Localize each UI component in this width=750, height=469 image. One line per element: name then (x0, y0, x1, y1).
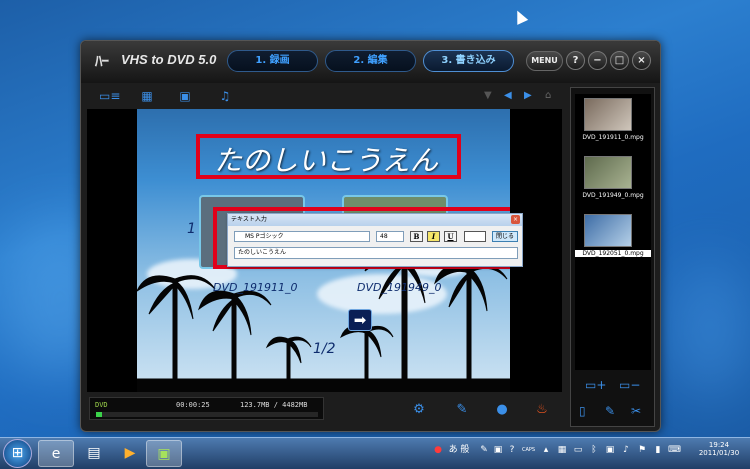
clip-index-number: 1 (187, 221, 196, 237)
monitor-icon[interactable]: ▣ (604, 444, 616, 456)
capacity-bar (96, 412, 318, 417)
minimize-button[interactable]: − (588, 51, 607, 70)
ime-tool-icon[interactable]: ✎ (478, 444, 490, 456)
clip-copy-icon[interactable]: ▯ (579, 404, 586, 418)
bluetooth-icon[interactable]: ᛒ (588, 444, 600, 456)
menu-button[interactable]: MENU (526, 51, 563, 71)
text-color-select[interactable] (464, 231, 486, 242)
remove-clip-icon[interactable]: ▭− (619, 378, 640, 392)
next-page-button[interactable]: ➡ (348, 309, 372, 331)
taskbar: ⊞ e ▤ ▶ ▣ ● あ 般 ✎ ▣ ? CAPS ▴ ▦ ▭ ᛒ ▣ ♪ ⚑… (0, 437, 750, 469)
duration-label: 00:00:25 (176, 401, 210, 409)
internet-explorer-icon[interactable]: e (38, 440, 74, 467)
app-title: VHS to DVD 5.0 (121, 52, 217, 67)
capacity-label: 123.7MB / 4482MB (240, 401, 308, 409)
bold-button[interactable]: B (410, 231, 423, 242)
menu-preview-area: たのしいこうえん 1 DVD_191911_0 DVD_191949_0 ➡ 1… (87, 109, 562, 392)
settings-gear-icon[interactable]: ⚙ (408, 399, 430, 421)
add-clip-icon[interactable]: ▭+ (585, 378, 606, 392)
keyboard-icon[interactable]: ⌨ (668, 444, 681, 456)
caps-kana-icon: CAPS (522, 447, 536, 453)
clip-list-thumbnail (584, 156, 632, 189)
text-input-dialog: テキスト入力 × MS Pゴシック 48 B I U 閉じる たのしいこうえん (227, 213, 523, 267)
clip-split-icon[interactable]: ✂ (631, 404, 641, 418)
clip-list: DVD_191911_0.mpg DVD_191949_0.mpg DVD_19… (575, 94, 651, 370)
page-indicator: 1/2 (313, 341, 336, 357)
dialog-close-icon[interactable]: × (511, 215, 520, 224)
network-icon[interactable]: ▦ (556, 444, 568, 456)
menu-text-input[interactable]: たのしいこうえん (234, 247, 518, 259)
flag-icon[interactable]: ⚑ (636, 444, 648, 456)
volume-icon[interactable]: ♪ (620, 444, 632, 456)
clock-date: 2011/01/30 (698, 449, 740, 457)
burn-flame-icon[interactable]: ♨ (531, 399, 553, 421)
file-explorer-icon[interactable]: ▤ (76, 440, 112, 467)
ime-mode-label[interactable]: あ 般 (444, 444, 474, 456)
start-button[interactable]: ⊞ (3, 439, 32, 468)
grid-layout-icon[interactable]: ▦ (139, 90, 155, 102)
dialog-close-button[interactable]: 閉じる (492, 231, 518, 242)
ime-dictionary-icon[interactable]: ▣ (492, 444, 504, 456)
step-record-button[interactable]: 1. 録画 (227, 50, 318, 72)
desktop-glow (670, 260, 750, 400)
clip-list-name: DVD_191949_0.mpg (582, 192, 644, 199)
ime-help-icon[interactable]: ? (506, 444, 518, 456)
clip-edit-icon[interactable]: ✎ (605, 404, 615, 418)
display-icon[interactable]: ▭ (572, 444, 584, 456)
underline-button[interactable]: U (444, 231, 457, 242)
image-icon[interactable]: ▣ (177, 90, 193, 102)
editor-toolbar: ▭≡ ▦ ▣ ♫ ▼ ◀ ▶ ⌂ (89, 87, 563, 109)
mouse-cursor-icon (511, 8, 529, 25)
help-button[interactable]: ? (566, 51, 585, 70)
disc-edit-icon[interactable]: ✎ (451, 399, 473, 421)
disc-status-bar: DVD 00:00:25 123.7MB / 4482MB (89, 397, 324, 420)
step-burn-button[interactable]: 3. 書き込み (423, 50, 514, 72)
title-highlight-box (196, 134, 461, 179)
clip-label: DVD_191911_0 (213, 281, 298, 294)
font-family-select[interactable]: MS Pゴシック (234, 231, 370, 242)
disc-type-label: DVD (95, 401, 108, 409)
layout-list-icon[interactable]: ▭≡ (99, 90, 120, 102)
home-icon[interactable]: ⌂ (545, 90, 551, 101)
arrow-right-icon[interactable]: ▶ (524, 90, 532, 101)
dialog-title: テキスト入力 (228, 214, 522, 226)
step-edit-button[interactable]: 2. 編集 (325, 50, 416, 72)
close-button[interactable]: × (632, 51, 651, 70)
ime-icon[interactable]: ● (432, 444, 444, 456)
power-icon[interactable]: ▮ (652, 444, 664, 456)
disc-user-icon[interactable]: ● (491, 399, 513, 421)
italic-button[interactable]: I (427, 231, 440, 242)
vhs-to-dvd-icon[interactable]: ▣ (146, 440, 182, 467)
capacity-fill (96, 412, 103, 417)
tray-arrow-icon[interactable]: ▴ (540, 444, 552, 456)
arrow-left-icon[interactable]: ◀ (504, 90, 512, 101)
clip-list-thumbnail (584, 214, 632, 247)
clock-time: 19:24 (708, 441, 730, 449)
taskbar-clock[interactable]: 19:24 2011/01/30 (694, 441, 744, 457)
font-size-select[interactable]: 48 (376, 231, 404, 242)
clip-list-thumbnail (584, 98, 632, 131)
media-player-icon[interactable]: ▶ (112, 440, 148, 467)
clip-list-name: DVD_192051_0.mpg (575, 250, 651, 257)
clip-label: DVD_191949_0 (357, 281, 442, 294)
app-window: ﾊｰ VHS to DVD 5.0 1. 録画 2. 編集 3. 書き込み ME… (80, 40, 661, 432)
triangle-down-icon[interactable]: ▼ (484, 90, 492, 101)
maximize-button[interactable]: □ (610, 51, 629, 70)
clip-list-name: DVD_191911_0.mpg (582, 134, 644, 141)
clip-side-panel: DVD_191911_0.mpg DVD_191949_0.mpg DVD_19… (570, 87, 655, 427)
title-bar[interactable]: ﾊｰ VHS to DVD 5.0 1. 録画 2. 編集 3. 書き込み ME… (81, 41, 660, 83)
app-logo-icon: ﾊｰ (95, 52, 109, 70)
music-note-icon[interactable]: ♫ (217, 90, 233, 102)
